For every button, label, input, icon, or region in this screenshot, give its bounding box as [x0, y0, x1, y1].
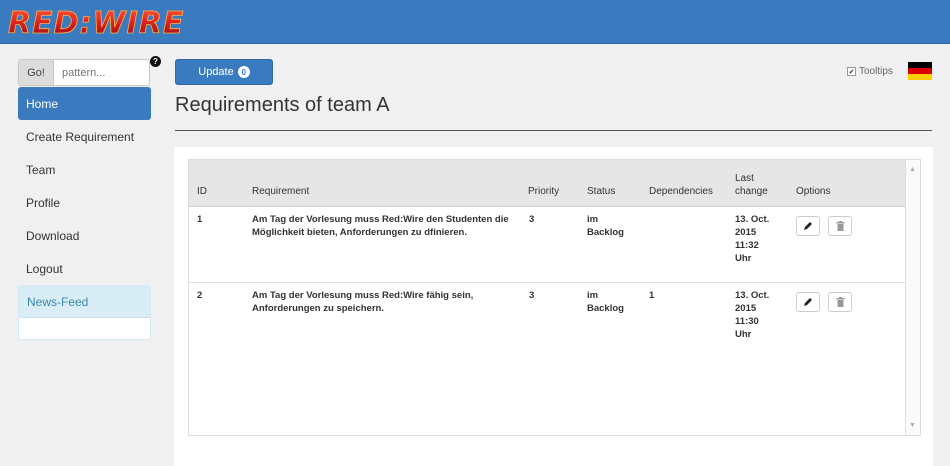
scroll-down-icon[interactable]: ▼ [909, 422, 916, 429]
column-header-priority: Priority [528, 186, 560, 197]
tooltips-checkbox[interactable]: ✔ [847, 67, 856, 76]
cell-id: 1 [197, 214, 203, 225]
redwire-logo[interactable]: RED:WIRE [6, 4, 186, 40]
cell-priority: 3 [529, 290, 535, 301]
scroll-up-icon[interactable]: ▲ [909, 166, 916, 173]
edit-button[interactable] [796, 216, 820, 236]
title-divider [175, 130, 932, 131]
edit-button[interactable] [796, 292, 820, 312]
logo-text: RED:WIRE [8, 6, 184, 40]
sidebar-item-home[interactable]: Home [18, 87, 151, 120]
tooltips-toggle[interactable]: ✔ Tooltips [847, 66, 893, 77]
sidebar-item-create-requirement[interactable]: Create Requirement [18, 120, 151, 153]
pencil-icon [804, 298, 812, 306]
newsfeed-panel: News-Feed [18, 285, 151, 340]
update-count-badge: 0 [237, 66, 250, 78]
table-header: ID Requirement Priority Status Dependenc… [189, 160, 905, 207]
trash-icon [836, 221, 844, 231]
requirements-table: ID Requirement Priority Status Dependenc… [188, 159, 906, 436]
pencil-icon [804, 222, 812, 230]
sidebar-item-download[interactable]: Download [18, 219, 151, 252]
go-button[interactable]: Go! [18, 59, 53, 86]
sidebar-item-profile[interactable]: Profile [18, 186, 151, 219]
help-icon[interactable]: ? [150, 56, 161, 67]
table-row[interactable]: 1 Am Tag der Vorlesung muss Red:Wire den… [189, 207, 905, 283]
cell-dependencies: 1 [649, 290, 655, 301]
sidebar-item-logout[interactable]: Logout [18, 252, 151, 285]
german-flag-icon[interactable] [908, 62, 932, 80]
cell-requirement: Am Tag der Vorlesung muss Red:Wire fähig… [252, 290, 474, 314]
page-title: Requirements of team A [175, 94, 390, 116]
search-input[interactable] [53, 59, 150, 86]
cell-last-change: 13. Oct. 2015 11:30 Uhr [735, 290, 770, 340]
table-row[interactable]: 2 Am Tag der Vorlesung muss Red:Wire fäh… [189, 283, 905, 373]
column-header-options: Options [796, 186, 831, 197]
column-header-requirement: Requirement [252, 186, 310, 197]
sidebar-nav: Home Create Requirement Team Profile Dow… [18, 87, 151, 285]
cell-id: 2 [197, 290, 203, 301]
cell-requirement: Am Tag der Vorlesung muss Red:Wire den S… [252, 214, 509, 238]
cell-last-change: 13. Oct. 2015 11:32 Uhr [735, 214, 770, 264]
update-button[interactable]: Update 0 [175, 59, 273, 85]
column-header-last-change: Last change [735, 173, 768, 197]
column-header-id: ID [197, 186, 207, 197]
delete-button[interactable] [828, 216, 852, 236]
delete-button[interactable] [828, 292, 852, 312]
column-header-status: Status [587, 186, 616, 197]
trash-icon [836, 297, 844, 307]
update-label: Update [198, 66, 234, 78]
table-scrollbar[interactable]: ▲ ▼ [906, 159, 921, 436]
tooltips-label: Tooltips [859, 66, 893, 77]
newsfeed-heading[interactable]: News-Feed [19, 286, 150, 318]
column-header-dependencies: Dependencies [649, 186, 713, 197]
top-bar: RED:WIRE [0, 0, 950, 44]
cell-status: im Backlog [587, 290, 624, 314]
cell-priority: 3 [529, 214, 535, 225]
sidebar-item-team[interactable]: Team [18, 153, 151, 186]
cell-status: im Backlog [587, 214, 624, 238]
search-group: Go! [18, 59, 150, 86]
